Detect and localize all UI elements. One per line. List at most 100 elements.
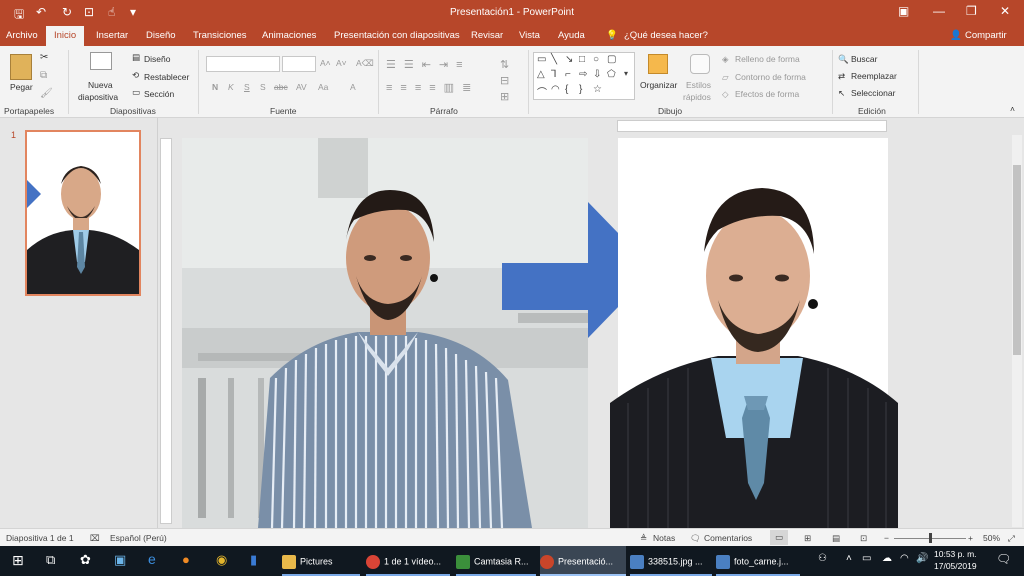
- taskbar-item-powerpoint[interactable]: Presentació...: [540, 546, 626, 576]
- case-button[interactable]: Aa: [318, 82, 328, 92]
- align-text-icon[interactable]: ⊟: [500, 74, 509, 87]
- quick-styles-icon[interactable]: [690, 54, 710, 74]
- normal-view-icon[interactable]: ▭: [770, 530, 789, 545]
- shadow-button[interactable]: S: [260, 82, 266, 92]
- scrollbar-thumb[interactable]: [1013, 165, 1021, 355]
- replace-button[interactable]: Reemplazar: [851, 71, 897, 81]
- reset-button[interactable]: Restablecer: [144, 72, 189, 82]
- list-buttons-row[interactable]: ☰☰⇤⇥≡: [386, 58, 471, 71]
- paste-icon[interactable]: [10, 54, 32, 80]
- textbox-shape-icon[interactable]: ▭: [537, 54, 546, 65]
- star-shape-icon[interactable]: ☆: [593, 84, 602, 95]
- grow-font-icon[interactable]: A˄: [320, 58, 331, 68]
- font-color-button[interactable]: A: [350, 82, 356, 92]
- rounded-rect-shape-icon[interactable]: ▢: [607, 54, 616, 65]
- tab-insertar[interactable]: Insertar: [96, 30, 128, 41]
- taskbar-item-image1[interactable]: 338515.jpg ...: [630, 546, 712, 576]
- maximize-button[interactable]: ❐: [966, 4, 977, 18]
- connector-shape-icon[interactable]: ⅂: [551, 69, 557, 80]
- cut-icon[interactable]: ✂: [40, 52, 48, 63]
- vertical-scrollbar[interactable]: [1012, 135, 1022, 527]
- curve-shape-icon[interactable]: ⌒: [537, 84, 547, 99]
- edge-icon[interactable]: e: [148, 551, 156, 567]
- tab-diseno[interactable]: Diseño: [146, 30, 176, 41]
- zoom-slider-thumb[interactable]: [929, 533, 932, 543]
- onedrive-icon[interactable]: ☁: [882, 553, 892, 564]
- text-direction-icon[interactable]: ⇅: [500, 58, 509, 71]
- font-name-input[interactable]: [206, 56, 280, 72]
- tab-inicio[interactable]: Inicio: [46, 26, 85, 46]
- line-shape-icon[interactable]: ╲: [551, 54, 557, 65]
- organize-icon[interactable]: [648, 54, 668, 74]
- brace-close-shape-icon[interactable]: }: [579, 84, 582, 95]
- clear-format-icon[interactable]: A⌫: [356, 58, 374, 69]
- chrome-icon[interactable]: ◉: [216, 552, 227, 568]
- fit-slide-icon[interactable]: ⤢: [1008, 533, 1015, 544]
- app-pinned-1-icon[interactable]: ✿: [80, 552, 91, 568]
- spellcheck-icon[interactable]: ⌧: [90, 533, 100, 544]
- ribbon-display-icon[interactable]: ▣: [898, 4, 909, 18]
- windows-start-icon[interactable]: ⊞: [12, 552, 24, 569]
- task-view-icon[interactable]: ⧉: [46, 552, 55, 568]
- tab-revisar[interactable]: Revisar: [471, 30, 503, 41]
- arrow-line-shape-icon[interactable]: ↘: [565, 54, 573, 65]
- section-button[interactable]: Sección: [144, 89, 174, 99]
- tab-transiciones[interactable]: Transiciones: [193, 30, 247, 41]
- paste-button[interactable]: Pegar: [10, 82, 33, 92]
- format-painter-icon[interactable]: 🖌: [40, 88, 53, 99]
- oval-shape-icon[interactable]: ○: [593, 54, 599, 65]
- close-button[interactable]: ✕: [1000, 4, 1010, 18]
- taskbar-item-camtasia[interactable]: Camtasia R...: [456, 546, 536, 576]
- comments-button[interactable]: Comentarios: [704, 533, 752, 543]
- taskbar-item-image2[interactable]: foto_carne.j...: [716, 546, 800, 576]
- taskbar-item-video[interactable]: 1 de 1 vídeo...: [366, 546, 450, 576]
- shape-outline-button[interactable]: Contorno de forma: [735, 72, 806, 82]
- new-slide-label-2[interactable]: diapositiva: [78, 92, 118, 102]
- rectangle-shape-icon[interactable]: □: [579, 54, 585, 65]
- firefox-icon[interactable]: ●: [182, 552, 190, 567]
- pentagon-shape-icon[interactable]: ⬠: [607, 69, 616, 80]
- language-status[interactable]: Español (Perú): [110, 533, 167, 543]
- reading-view-icon[interactable]: ▤: [832, 533, 840, 544]
- quick-styles-label-2[interactable]: rápidos: [683, 92, 711, 102]
- tell-me-input[interactable]: ¿Qué desea hacer?: [624, 30, 708, 41]
- new-slide-label-1[interactable]: Nueva: [88, 80, 113, 90]
- store-icon[interactable]: ▣: [114, 552, 126, 568]
- clock[interactable]: 10:53 p. m. 17/05/2019: [934, 548, 977, 572]
- italic-button[interactable]: K: [228, 82, 234, 92]
- organize-button[interactable]: Organizar: [640, 80, 677, 90]
- minimize-button[interactable]: —: [933, 4, 945, 18]
- app-pinned-2-icon[interactable]: ▮: [250, 552, 257, 568]
- quick-styles-label-1[interactable]: Estilos: [686, 80, 711, 90]
- zoom-in-icon[interactable]: +: [968, 533, 973, 543]
- tab-archivo[interactable]: Archivo: [6, 30, 38, 41]
- font-size-input[interactable]: [282, 56, 316, 72]
- copy-icon[interactable]: ⧉: [40, 70, 47, 81]
- battery-icon[interactable]: ▭: [862, 553, 871, 564]
- tab-animaciones[interactable]: Animaciones: [262, 30, 316, 41]
- find-button[interactable]: Buscar: [851, 54, 877, 64]
- slide-sorter-icon[interactable]: ⊞: [804, 533, 811, 544]
- volume-icon[interactable]: 🔊: [916, 553, 928, 564]
- new-slide-icon[interactable]: [90, 52, 112, 70]
- strikethrough-button[interactable]: abc: [274, 82, 288, 92]
- tab-ayuda[interactable]: Ayuda: [558, 30, 585, 41]
- brace-open-shape-icon[interactable]: {: [565, 84, 568, 95]
- zoom-out-icon[interactable]: −: [884, 533, 889, 543]
- people-icon[interactable]: ⚇: [818, 553, 827, 564]
- tray-expand-icon[interactable]: ˄: [846, 553, 852, 564]
- bold-button[interactable]: N: [212, 82, 218, 92]
- underline-button[interactable]: S: [244, 82, 250, 92]
- select-button[interactable]: Seleccionar: [851, 88, 895, 98]
- shapes-gallery[interactable]: ▭ ╲ ↘ □ ○ ▢ △ ⅂ ⌐ ⇨ ⇩ ⬠ ⌒ ◠ { } ☆ ▾: [533, 52, 635, 100]
- align-buttons-row[interactable]: ≡≡≡≡▥≣: [386, 81, 479, 94]
- shapes-more-icon[interactable]: ▾: [624, 69, 628, 78]
- tab-vista[interactable]: Vista: [519, 30, 540, 41]
- notes-button[interactable]: Notas: [653, 533, 675, 543]
- triangle-shape-icon[interactable]: △: [537, 69, 545, 80]
- right-arrow-shape-icon[interactable]: ⇨: [579, 69, 587, 80]
- shape-effects-button[interactable]: Efectos de forma: [735, 89, 799, 99]
- down-arrow-shape-icon[interactable]: ⇩: [593, 69, 601, 80]
- zoom-level[interactable]: 50%: [983, 533, 1000, 543]
- smartart-icon[interactable]: ⊞: [500, 90, 509, 103]
